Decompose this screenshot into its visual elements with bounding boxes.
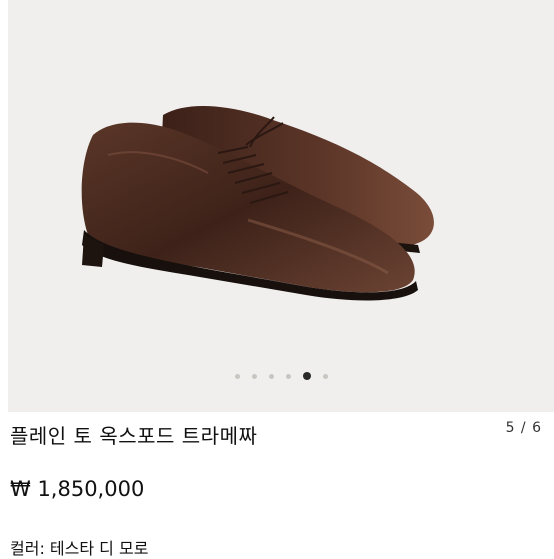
carousel-dot-5-active[interactable] <box>302 372 311 380</box>
image-counter: 5 / 6 <box>505 420 542 436</box>
product-image <box>81 105 434 301</box>
product-title: 플레인 토 옥스포드 트라메짜 <box>10 424 258 448</box>
carousel-dot-2[interactable] <box>251 373 257 379</box>
carousel-dot-4[interactable] <box>285 373 291 379</box>
carousel-dot-6[interactable] <box>322 373 328 379</box>
carousel-dot-3[interactable] <box>268 373 274 379</box>
carousel-indicators <box>8 372 554 380</box>
carousel-dot-1[interactable] <box>234 373 240 379</box>
product-price: ₩ 1,850,000 <box>10 477 145 501</box>
product-color: 컬러: 테스타 디 모로 <box>10 539 149 558</box>
product-gallery[interactable] <box>8 0 554 412</box>
